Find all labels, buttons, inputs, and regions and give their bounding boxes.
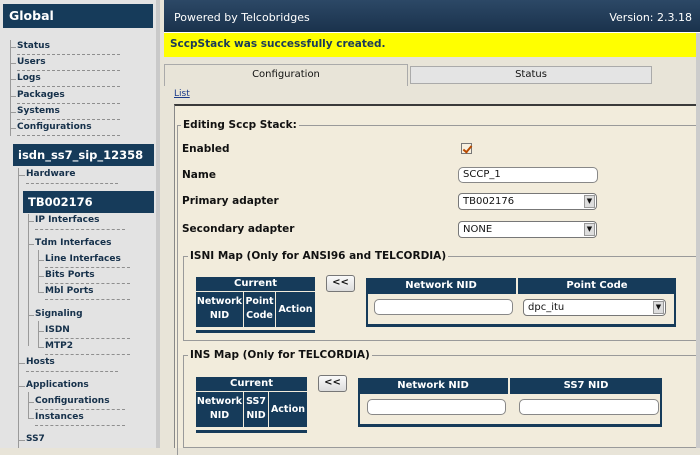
isni-point-code-col: Point Code	[244, 292, 275, 327]
ins-ss7-nid-col: SS7 NID	[244, 392, 268, 427]
sidebar-item-hardware[interactable]: Hardware	[26, 169, 75, 179]
ins-network-nid-col: Network NID	[196, 392, 243, 427]
sidebar-item-configurations[interactable]: Configurations	[17, 122, 92, 132]
success-banner: SccpStack was successfully created.	[164, 33, 700, 57]
name-input[interactable]: SCCP_1	[458, 167, 598, 183]
enabled-checkbox[interactable]	[461, 143, 472, 154]
ins-ss7-nid-input[interactable]	[519, 399, 659, 415]
isni-action-col: Action	[276, 292, 315, 327]
sidebar-global-header: Global	[3, 4, 153, 28]
ins-current-footer	[196, 430, 307, 433]
sidebar-item-applications[interactable]: Applications	[26, 380, 89, 390]
sidebar-item-packages[interactable]: Packages	[17, 90, 65, 100]
list-link[interactable]: List	[174, 89, 190, 99]
sidebar-item-ss7[interactable]: SS7	[26, 434, 45, 444]
sidebar-item-hosts[interactable]: Hosts	[26, 357, 55, 367]
primary-adapter-label: Primary adapter	[182, 195, 279, 207]
ins-add-button[interactable]: <<	[318, 375, 347, 392]
isni-network-nid-header: Network NID	[366, 278, 516, 294]
sidebar-item-mbl-ports[interactable]: Mbl Ports	[45, 286, 94, 296]
secondary-adapter-select[interactable]: NONE ▼	[458, 221, 597, 238]
ins-map-legend: INS Map (Only for TELCORDIA)	[188, 349, 372, 361]
top-bar: Powered by Telcobridges Version: 2.3.18	[164, 0, 700, 33]
sidebar-item-logs[interactable]: Logs	[17, 73, 41, 83]
sidebar-item-bits-ports[interactable]: Bits Ports	[45, 270, 95, 280]
ins-action-col: Action	[269, 392, 307, 427]
sidebar-item-instances[interactable]: Instances	[35, 412, 84, 422]
tab-status[interactable]: Status	[410, 66, 652, 84]
ins-current-header: Current	[196, 377, 307, 391]
tab-bar: Configuration Status	[164, 64, 700, 86]
sidebar-item-isdn[interactable]: ISDN	[45, 325, 70, 335]
primary-adapter-value: TB002176	[463, 196, 515, 207]
sidebar: Global Status Users Logs Packages System…	[0, 0, 160, 448]
sidebar-item-systems[interactable]: Systems	[17, 106, 60, 116]
sidebar-item-mtp2[interactable]: MTP2	[45, 341, 73, 351]
enabled-label: Enabled	[182, 143, 230, 155]
sidebar-system-header[interactable]: isdn_ss7_sip_12358	[13, 144, 154, 166]
tab-configuration[interactable]: Configuration	[164, 64, 408, 86]
sidebar-item-status[interactable]: Status	[17, 41, 50, 51]
isni-point-code-header: Point Code	[518, 278, 676, 294]
scrollbar[interactable]	[696, 33, 700, 448]
powered-by-text: Powered by Telcobridges	[174, 11, 310, 24]
isni-point-code-value: dpc_itu	[528, 302, 565, 313]
sidebar-item-app-configurations[interactable]: Configurations	[35, 396, 110, 406]
sidebar-item-ip-interfaces[interactable]: IP Interfaces	[35, 215, 99, 225]
sidebar-item-signaling[interactable]: Signaling	[35, 309, 83, 319]
isni-add-button[interactable]: <<	[326, 275, 355, 292]
ins-network-nid-header: Network NID	[358, 378, 508, 394]
isni-entry-footer	[366, 324, 676, 327]
sidebar-item-line-interfaces[interactable]: Line Interfaces	[45, 254, 121, 264]
ins-ss7-nid-header: SS7 NID	[510, 378, 662, 394]
isni-network-nid-col: Network NID	[196, 292, 243, 327]
isni-current-header: Current	[196, 277, 315, 291]
name-label: Name	[182, 169, 216, 181]
isni-point-code-select[interactable]: dpc_itu ▼	[523, 299, 666, 316]
editing-legend: Editing Sccp Stack:	[181, 119, 299, 131]
sidebar-device-header[interactable]: TB002176	[23, 191, 154, 213]
primary-adapter-select[interactable]: TB002176 ▼	[458, 193, 597, 210]
ins-network-nid-input[interactable]	[367, 399, 506, 415]
version-text: Version: 2.3.18	[609, 11, 692, 24]
secondary-adapter-value: NONE	[463, 224, 493, 235]
dropdown-arrow-icon: ▼	[584, 223, 595, 236]
dropdown-arrow-icon: ▼	[584, 195, 595, 208]
isni-map-legend: ISNI Map (Only for ANSI96 and TELCORDIA)	[188, 250, 449, 262]
ins-entry-footer	[358, 424, 662, 427]
sidebar-item-tdm-interfaces[interactable]: Tdm Interfaces	[35, 238, 111, 248]
secondary-adapter-label: Secondary adapter	[182, 223, 295, 235]
sidebar-item-users[interactable]: Users	[17, 57, 46, 67]
isni-current-footer	[196, 330, 315, 333]
isni-network-nid-input[interactable]	[374, 299, 513, 315]
dropdown-arrow-icon: ▼	[653, 301, 664, 314]
